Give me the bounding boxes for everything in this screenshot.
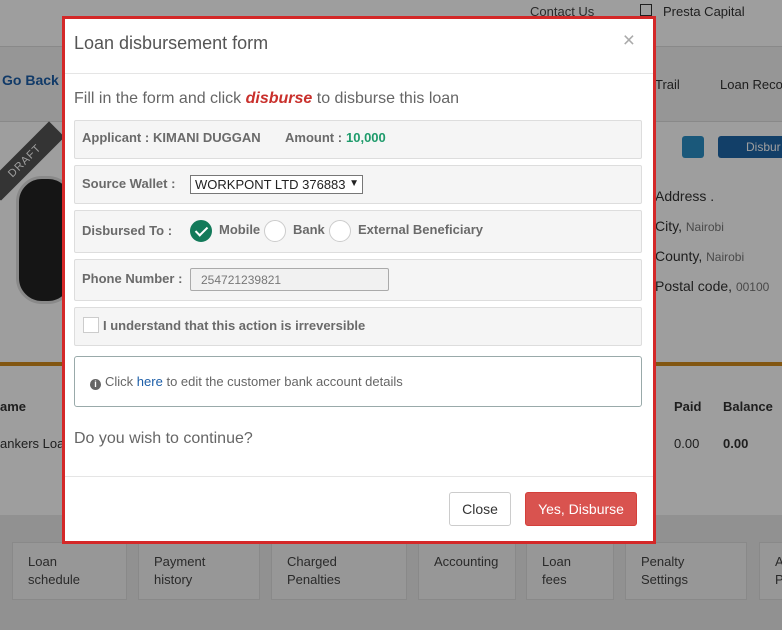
edit-bank-details-link[interactable]: here — [137, 374, 163, 389]
amount-value: 10,000 — [346, 130, 386, 145]
applicant-label: Applicant : — [82, 130, 150, 145]
intro-keyword: disburse — [245, 90, 313, 107]
radio-external-beneficiary-label[interactable]: External Beneficiary — [358, 222, 483, 237]
chevron-down-icon: ▼ — [349, 178, 359, 189]
bank-details-info: i Click here to edit the customer bank ac… — [74, 356, 642, 407]
radio-external-beneficiary[interactable] — [329, 220, 351, 242]
applicant-row: Applicant : KIMANI DUGGAN Amount : 10,00… — [74, 120, 642, 159]
close-button[interactable]: Close — [449, 492, 511, 526]
close-icon[interactable]: × — [623, 29, 635, 53]
radio-bank[interactable] — [264, 220, 286, 242]
disbursed-to-label: Disbursed To : — [82, 223, 173, 238]
amount-label: Amount : — [285, 130, 343, 145]
radio-mobile[interactable] — [190, 220, 212, 242]
disbursed-to-row: Disbursed To : Mobile Bank External Bene… — [74, 210, 642, 253]
irreversible-checkbox[interactable] — [83, 317, 99, 333]
confirm-row: I understand that this action is irrever… — [74, 307, 642, 346]
radio-bank-label[interactable]: Bank — [293, 222, 325, 237]
confirmation-question: Do you wish to continue? — [74, 430, 253, 447]
modal-header: Loan disbursement form × — [65, 19, 653, 74]
yes-disburse-button[interactable]: Yes, Disburse — [525, 492, 637, 526]
source-wallet-row: Source Wallet : WORKPONT LTD 376883 ▼ — [74, 165, 642, 204]
phone-number-label: Phone Number : — [82, 271, 183, 286]
phone-number-input[interactable]: 254721239821 — [190, 268, 389, 291]
irreversible-label[interactable]: I understand that this action is irrever… — [103, 318, 365, 333]
radio-mobile-label[interactable]: Mobile — [219, 222, 260, 237]
phone-number-row: Phone Number : 254721239821 — [74, 259, 642, 301]
applicant-value: KIMANI DUGGAN — [153, 130, 261, 145]
intro-text: Fill in the form and click disburse to d… — [74, 90, 460, 107]
modal-footer: Close Yes, Disburse — [65, 476, 653, 545]
source-wallet-label: Source Wallet : — [82, 176, 176, 191]
modal-title: Loan disbursement form — [74, 33, 269, 53]
loan-disbursement-modal: Loan disbursement form × Fill in the for… — [62, 16, 656, 544]
source-wallet-select[interactable]: WORKPONT LTD 376883 ▼ — [190, 175, 363, 194]
info-icon: i — [90, 379, 101, 390]
